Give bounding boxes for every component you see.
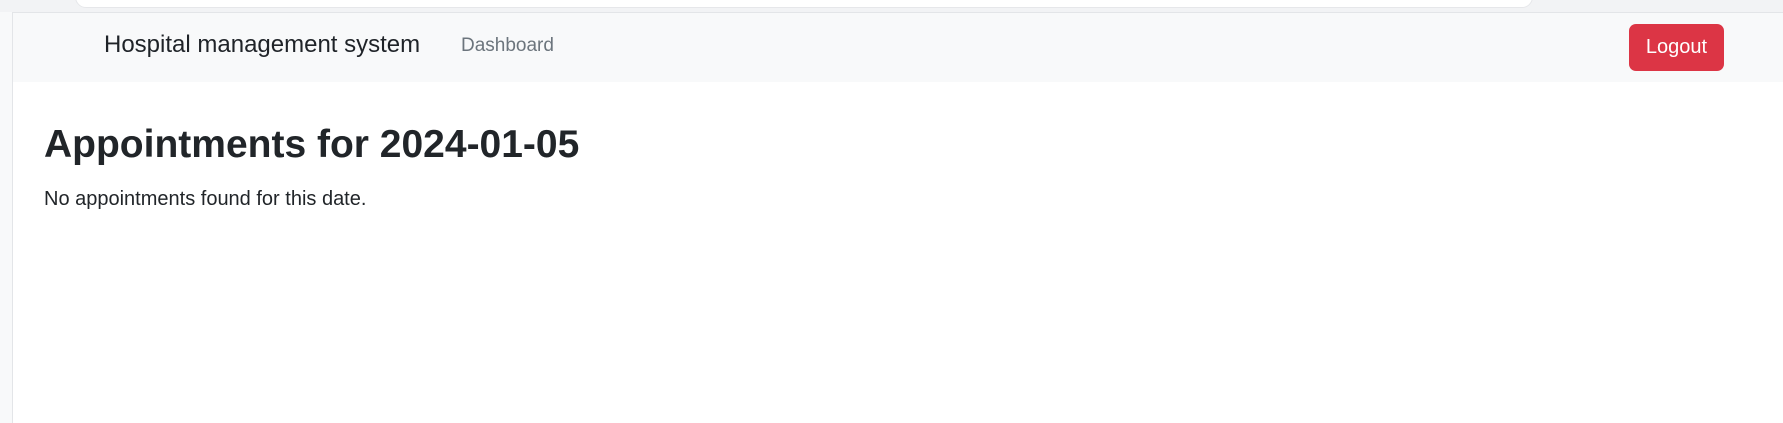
nav-link-dashboard[interactable]: Dashboard — [461, 35, 554, 57]
logout-button[interactable]: Logout — [1629, 24, 1724, 71]
page-frame: Hospital management system Dashboard Log… — [12, 12, 1783, 423]
navbar: Hospital management system Dashboard Log… — [13, 13, 1783, 82]
page-title: Appointments for 2024-01-05 — [44, 123, 580, 166]
browser-top-strip — [0, 0, 1783, 12]
address-bar-edge — [75, 0, 1533, 8]
empty-state-message: No appointments found for this date. — [44, 188, 367, 210]
navbar-brand[interactable]: Hospital management system — [104, 31, 420, 59]
